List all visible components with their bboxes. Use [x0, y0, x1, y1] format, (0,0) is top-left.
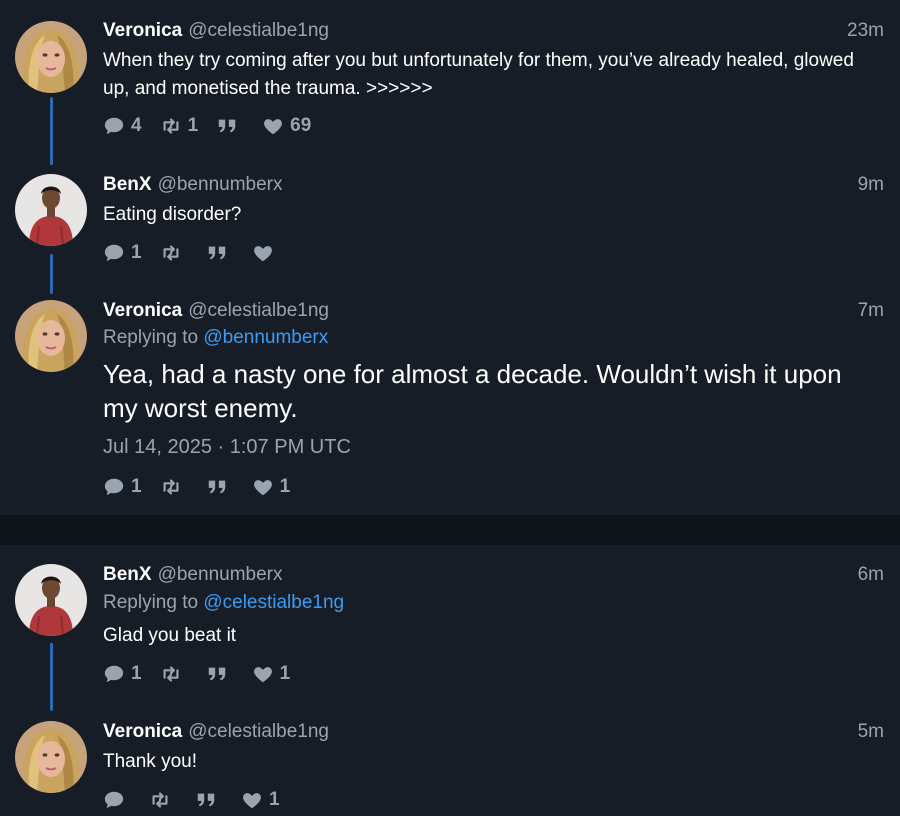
heart-icon — [252, 242, 274, 264]
tweet-header: Veronica @celestialbe1ng 7m — [103, 299, 884, 323]
quote-icon — [206, 242, 228, 264]
like-button[interactable]: 1 — [241, 789, 280, 811]
tweet[interactable]: BenX @bennumberx 9m Eating disorder? 1 — [0, 173, 900, 273]
username[interactable]: @bennumberx — [158, 564, 283, 585]
tweet-header: BenX @bennumberx 9m — [103, 173, 884, 197]
tweet-text: Yea, had a nasty one for almost a decade… — [103, 359, 842, 423]
like-button[interactable]: 1 — [252, 476, 291, 498]
tweet[interactable]: Veronica @celestialbe1ng 23m When they tr… — [0, 19, 900, 144]
tweet-date[interactable]: Jul 14, 2025 · 1:07 PM UTC — [103, 436, 351, 459]
quote-button[interactable] — [206, 663, 234, 685]
retweet-button[interactable] — [160, 663, 188, 685]
thread-separator — [0, 515, 900, 545]
tweet-stats: 1 1 — [103, 475, 308, 499]
like-button[interactable]: 1 — [252, 663, 291, 685]
quote-button[interactable] — [206, 476, 234, 498]
username[interactable]: @bennumberx — [158, 174, 283, 195]
tweet-stats: 4 1 69 — [103, 114, 329, 138]
heart-icon — [252, 476, 274, 498]
display-name[interactable]: BenX — [103, 174, 152, 195]
retweet-button[interactable] — [149, 789, 177, 811]
comment-icon — [103, 663, 125, 685]
replying-to-label: Replying to — [103, 327, 199, 348]
replying-to: Replying to @bennumberx — [103, 326, 328, 350]
avatar[interactable] — [15, 21, 87, 93]
tweet[interactable]: BenX @bennumberx 6m Replying to @celestia… — [0, 563, 900, 693]
tweet-text: When they try coming after you but unfor… — [103, 50, 854, 99]
quote-icon — [216, 115, 238, 137]
retweet-count: 1 — [187, 115, 199, 136]
avatar[interactable] — [15, 721, 87, 793]
reply-button[interactable]: 4 — [103, 115, 142, 137]
comment-icon — [103, 115, 125, 137]
tweet-header: BenX @bennumberx 6m — [103, 563, 884, 587]
heart-icon — [262, 115, 284, 137]
tweet-text: Eating disorder? — [103, 204, 242, 225]
retweet-button[interactable] — [160, 476, 188, 498]
display-name[interactable]: Veronica — [103, 300, 182, 321]
retweet-icon — [160, 115, 182, 137]
tweet-stats: 1 — [103, 788, 298, 812]
timestamp[interactable]: 7m — [858, 299, 884, 323]
reply-count: 4 — [131, 115, 142, 136]
retweet-icon — [160, 476, 182, 498]
heart-icon — [241, 789, 263, 811]
quote-icon — [206, 663, 228, 685]
comment-icon — [103, 476, 125, 498]
timestamp[interactable]: 6m — [858, 563, 884, 587]
tweet-text: Thank you! — [103, 751, 197, 772]
replying-to-label: Replying to — [103, 592, 199, 613]
replying-to: Replying to @celestialbe1ng — [103, 591, 344, 615]
quote-button[interactable] — [216, 115, 244, 137]
quote-icon — [206, 476, 228, 498]
replying-to-link[interactable]: @celestialbe1ng — [203, 592, 344, 613]
reply-count: 1 — [131, 242, 142, 263]
tweet-header: Veronica @celestialbe1ng 23m — [103, 19, 884, 43]
like-count: 1 — [279, 476, 291, 497]
tweet-main[interactable]: Veronica @celestialbe1ng 7m Replying to @… — [0, 299, 900, 509]
reply-button[interactable]: 1 — [103, 663, 142, 685]
like-button[interactable]: 69 — [262, 115, 311, 137]
username[interactable]: @celestialbe1ng — [188, 721, 329, 742]
quote-button[interactable] — [206, 242, 234, 264]
like-button[interactable] — [252, 242, 280, 264]
username[interactable]: @celestialbe1ng — [188, 20, 329, 41]
comment-icon — [103, 242, 125, 264]
heart-icon — [252, 663, 274, 685]
like-count: 1 — [269, 789, 280, 810]
retweet-button[interactable] — [160, 242, 188, 264]
tweet[interactable]: Veronica @celestialbe1ng 5m Thank you! 1 — [0, 720, 900, 816]
tweet-header: Veronica @celestialbe1ng 5m — [103, 720, 884, 744]
display-name[interactable]: Veronica — [103, 721, 182, 742]
timestamp[interactable]: 23m — [847, 19, 884, 43]
like-count: 69 — [290, 115, 312, 136]
timestamp[interactable]: 5m — [858, 720, 884, 744]
reply-count: 1 — [131, 663, 142, 684]
avatar[interactable] — [15, 300, 87, 372]
reply-button[interactable]: 1 — [103, 242, 142, 264]
tweet-stats: 1 — [103, 241, 298, 265]
tweet-text: Glad you beat it — [103, 625, 237, 646]
quote-icon — [195, 789, 217, 811]
avatar[interactable] — [15, 174, 87, 246]
display-name[interactable]: Veronica — [103, 20, 182, 41]
comment-icon — [103, 789, 125, 811]
reply-button[interactable]: 1 — [103, 476, 142, 498]
display-name[interactable]: BenX — [103, 564, 152, 585]
timestamp[interactable]: 9m — [858, 173, 884, 197]
quote-button[interactable] — [195, 789, 223, 811]
retweet-icon — [149, 789, 171, 811]
username[interactable]: @celestialbe1ng — [188, 300, 329, 321]
retweet-button[interactable]: 1 — [160, 115, 199, 137]
reply-count: 1 — [131, 476, 142, 497]
avatar[interactable] — [15, 564, 87, 636]
replying-to-link[interactable]: @bennumberx — [203, 327, 328, 348]
tweet-stats: 1 1 — [103, 662, 308, 686]
retweet-icon — [160, 242, 182, 264]
retweet-icon — [160, 663, 182, 685]
like-count: 1 — [279, 663, 291, 684]
reply-button[interactable] — [103, 789, 131, 811]
